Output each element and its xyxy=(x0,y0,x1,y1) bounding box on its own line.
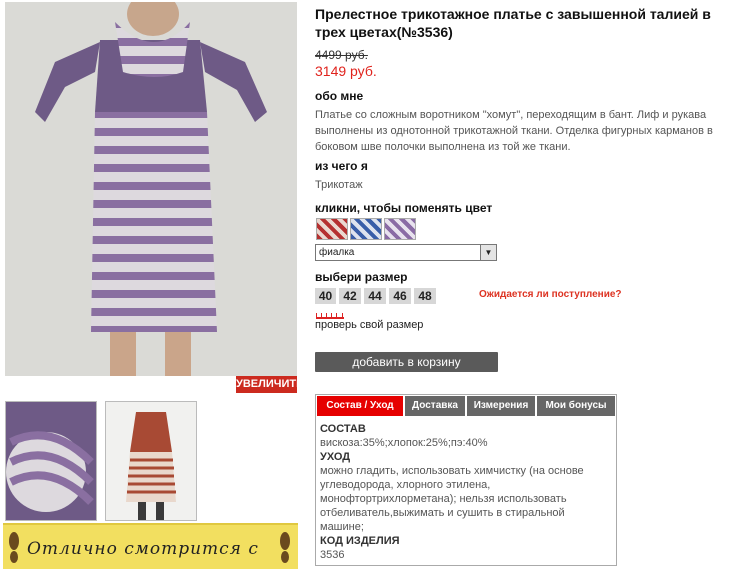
size-option-46[interactable]: 46 xyxy=(389,288,411,304)
main-product-photo[interactable] xyxy=(5,2,297,376)
size-option-48[interactable]: 48 xyxy=(414,288,436,304)
size-option-40[interactable]: 40 xyxy=(315,288,336,304)
details-tabs: Состав / Уход Доставка Измерения Мои бон… xyxy=(316,395,616,417)
color-select-value: фиалка xyxy=(319,247,355,258)
details-panel: Состав / Уход Доставка Измерения Мои бон… xyxy=(315,394,617,566)
code-heading: КОД ИЗДЕЛИЯ xyxy=(320,535,400,547)
tab-delivery[interactable]: Доставка xyxy=(405,396,465,416)
size-option-42[interactable]: 42 xyxy=(339,288,361,304)
thumbnail-collar-detail[interactable] xyxy=(5,401,97,521)
material-text: Трикотаж xyxy=(315,179,363,191)
color-heading: кликни, чтобы поменять цвет xyxy=(315,201,493,215)
banner-text: Отлично смотрится с xyxy=(27,539,259,559)
product-title: Прелестное трикотажное платье с завышенн… xyxy=(315,6,711,40)
code-value: 3536 xyxy=(320,549,345,561)
size-heading: выбери размер xyxy=(315,270,408,284)
matches-banner[interactable]: Отлично смотрится с xyxy=(3,523,298,569)
old-price: 4499 руб. xyxy=(315,48,368,62)
about-text: Платье со сложным воротником "хомут", пе… xyxy=(315,109,713,153)
notify-availability-link[interactable]: Ожидается ли поступление? xyxy=(479,289,622,300)
color-swatch-blue[interactable] xyxy=(350,218,382,240)
new-price: 3149 руб. xyxy=(315,63,377,79)
tab-measurements[interactable]: Измерения xyxy=(467,396,535,416)
care-text: можно гладить, использовать химчистку (н… xyxy=(320,465,584,533)
add-to-cart-button[interactable]: добавить в корзину xyxy=(315,352,498,372)
ruler-icon[interactable] xyxy=(316,311,344,319)
tab-bonuses[interactable]: Мои бонусы xyxy=(537,396,615,416)
color-select[interactable]: фиалка ▼ xyxy=(315,244,497,261)
color-swatch-red[interactable] xyxy=(316,218,348,240)
thumbnail-red-dress[interactable] xyxy=(105,401,197,521)
size-option-44[interactable]: 44 xyxy=(364,288,386,304)
tab-composition[interactable]: Состав / Уход xyxy=(317,396,403,416)
chevron-down-icon[interactable]: ▼ xyxy=(480,245,496,260)
details-content: СОСТАВ вискоза:35%;хлопок:25%;пэ:40% УХО… xyxy=(320,422,610,562)
color-swatch-violet[interactable] xyxy=(384,218,416,240)
footprint-icon xyxy=(280,532,290,563)
composition-heading: СОСТАВ xyxy=(320,423,366,435)
composition-text: вискоза:35%;хлопок:25%;пэ:40% xyxy=(320,437,488,449)
footprint-icon xyxy=(9,532,19,563)
material-heading: из чего я xyxy=(315,159,368,173)
care-heading: УХОД xyxy=(320,451,351,463)
about-heading: обо мне xyxy=(315,89,364,103)
check-size-link[interactable]: проверь свой размер xyxy=(315,319,423,331)
zoom-button[interactable]: УВЕЛИЧИТЬ xyxy=(236,376,304,393)
